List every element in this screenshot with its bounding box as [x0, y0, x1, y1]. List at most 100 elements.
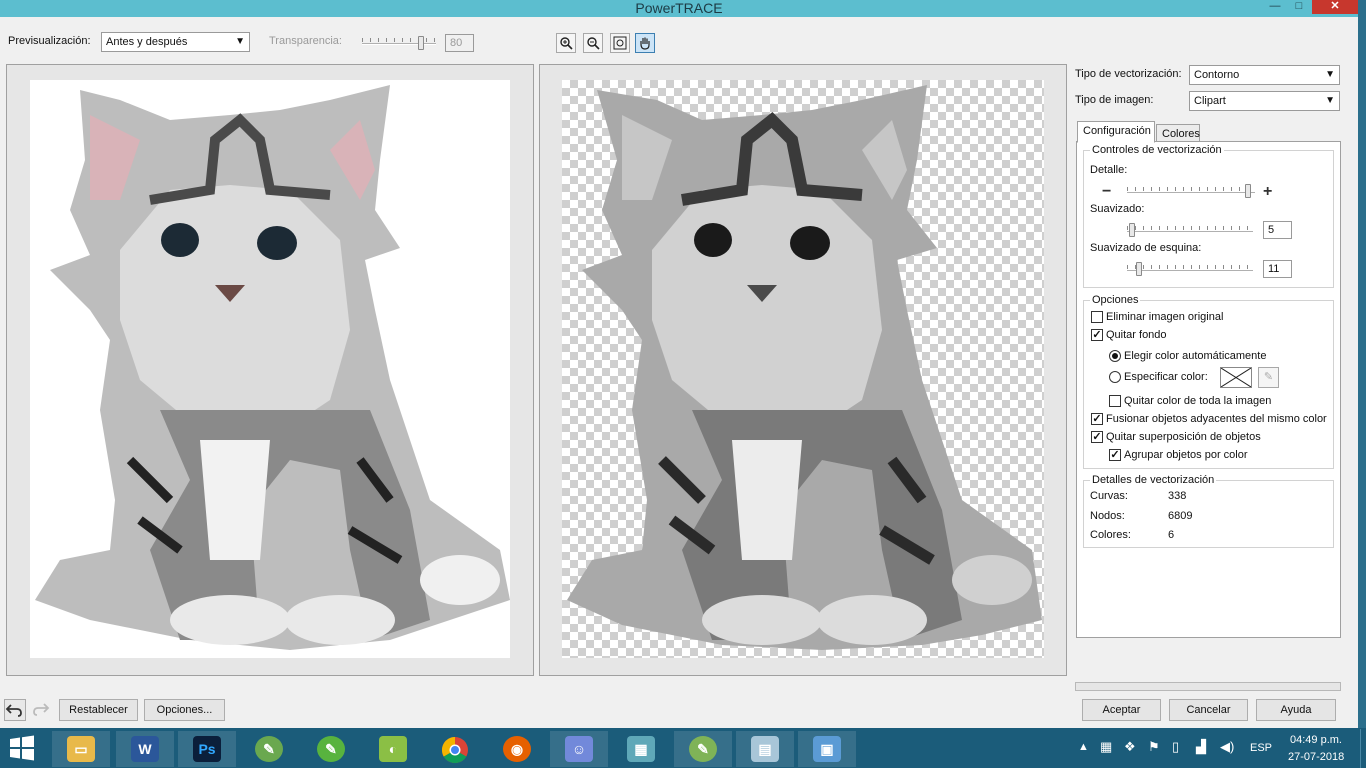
language-indicator[interactable]: ESP — [1250, 742, 1272, 754]
powertrace-window: PowerTRACE — □ ✕ Previsualización: Antes… — [0, 0, 1358, 728]
fit-icon[interactable] — [610, 33, 630, 53]
photoshop-icon: Ps — [193, 736, 221, 762]
nodes-value: 6809 — [1168, 510, 1193, 522]
trace-details-title: Detalles de vectorización — [1090, 474, 1217, 486]
cancel-button[interactable]: Cancelar — [1169, 699, 1248, 721]
remove-overlap-label: Quitar superposición de objetos — [1106, 431, 1261, 443]
nodes-label: Nodos: — [1090, 510, 1125, 522]
preview-select[interactable]: Antes y después ▼ — [101, 32, 250, 52]
colors-value: 6 — [1168, 529, 1175, 541]
tray-volume-icon[interactable]: ◀) — [1220, 739, 1234, 755]
trace-type-label: Tipo de vectorización: — [1075, 68, 1182, 80]
chrome-icon — [441, 736, 469, 767]
taskbar-corel-app[interactable]: ✎ — [302, 731, 360, 767]
traced-kitten-icon — [567, 85, 1042, 650]
reset-button[interactable]: Restablecer — [59, 699, 138, 721]
corner-smoothing-value[interactable]: 11 — [1263, 260, 1292, 278]
merge-adjacent-checkbox[interactable]: ✓ — [1091, 413, 1103, 425]
group-by-color-checkbox[interactable]: ✓ — [1109, 449, 1121, 461]
trace-controls-title: Controles de vectorización — [1090, 144, 1224, 156]
taskbar-notes-app[interactable]: ▤ — [736, 731, 794, 767]
taskbar-discord[interactable]: ☺ — [550, 731, 608, 767]
taskbar-photos-app[interactable]: ▣ — [798, 731, 856, 767]
clock-date[interactable]: 27-07-2018 — [1288, 751, 1344, 763]
color-swatch-none[interactable] — [1220, 367, 1252, 388]
slider-thumb[interactable] — [1129, 223, 1135, 237]
coreldraw-icon: ✎ — [255, 736, 283, 762]
slider-ticks — [1127, 187, 1255, 191]
undo-icon[interactable] — [4, 699, 26, 721]
tray-signal-icon[interactable]: ▟ — [1196, 739, 1206, 755]
image-type-value: Clipart — [1194, 95, 1226, 107]
slider-thumb[interactable] — [1245, 184, 1251, 198]
delete-original-label: Eliminar imagen original — [1106, 311, 1224, 323]
delete-original-checkbox[interactable] — [1091, 311, 1103, 323]
accept-button[interactable]: Aceptar — [1082, 699, 1161, 721]
auto-color-radio[interactable] — [1109, 350, 1121, 362]
tab-configuracion[interactable]: Configuración — [1077, 121, 1155, 143]
curves-label: Curvas: — [1090, 490, 1128, 502]
zoom-out-icon[interactable] — [583, 33, 603, 53]
taskbar-chrome[interactable] — [426, 731, 484, 767]
plus-icon[interactable]: + — [1263, 183, 1272, 201]
remove-overlap-checkbox[interactable]: ✓ — [1091, 431, 1103, 443]
show-desktop-button[interactable] — [1360, 729, 1366, 768]
auto-color-label: Elegir color automáticamente — [1124, 350, 1267, 362]
zoom-in-icon[interactable] — [556, 33, 576, 53]
help-button[interactable]: Ayuda — [1256, 699, 1336, 721]
colors-label: Colores: — [1090, 529, 1131, 541]
taskbar-firefox[interactable]: ◉ — [488, 731, 546, 767]
specify-color-radio[interactable] — [1109, 371, 1121, 383]
maximize-button[interactable]: □ — [1288, 0, 1310, 14]
slider-ticks — [1127, 265, 1253, 269]
slider-track — [362, 43, 436, 45]
blocks-icon: ▦ — [627, 736, 655, 762]
transparency-value[interactable]: 80 — [445, 34, 474, 52]
smoothing-value[interactable]: 5 — [1263, 221, 1292, 239]
taskbar-photoshop[interactable]: Ps — [178, 731, 236, 767]
tray-network-icon[interactable]: ▦ — [1100, 739, 1112, 755]
progress-bar — [1075, 682, 1341, 691]
slider-track — [1127, 192, 1255, 194]
merge-adjacent-label: Fusionar objetos adyacentes del mismo co… — [1106, 413, 1327, 425]
taskbar-app-blocks[interactable]: ▦ — [612, 731, 670, 767]
hand-icon[interactable] — [635, 33, 655, 53]
redo-icon[interactable] — [30, 699, 52, 721]
clock-time[interactable]: 04:49 p.m. — [1290, 734, 1342, 746]
discord-icon: ☺ — [565, 736, 593, 762]
image-type-select[interactable]: Clipart ▼ — [1189, 91, 1340, 111]
no-color-icon — [1220, 367, 1252, 388]
taskbar-word[interactable]: W — [116, 731, 174, 767]
transparency-label: Transparencia: — [269, 35, 342, 47]
kitten-photo-icon — [35, 85, 510, 650]
tray-dropbox-icon[interactable]: ❖ — [1124, 739, 1136, 755]
traced-image — [562, 80, 1044, 658]
minimize-button[interactable]: — — [1262, 0, 1288, 14]
corel-pen-icon: ✎ — [317, 736, 345, 762]
tray-chevron-up-icon[interactable]: ▲ — [1078, 741, 1089, 753]
smoothing-label: Suavizado: — [1090, 203, 1145, 215]
taskbar-file-explorer[interactable]: ▭ — [52, 731, 110, 767]
paint-icon: ◐ — [379, 736, 407, 762]
tray-flag-icon[interactable]: ⚑ — [1148, 739, 1160, 755]
curves-value: 338 — [1168, 490, 1187, 502]
taskbar-paint-app[interactable]: ◐ — [364, 731, 422, 767]
remove-bg-label: Quitar fondo — [1106, 329, 1167, 341]
options-group: Opciones — [1083, 294, 1334, 469]
chevron-down-icon: ▼ — [1325, 95, 1335, 106]
remove-bg-checkbox[interactable]: ✓ — [1091, 329, 1103, 341]
eyedropper-icon[interactable]: ✎ — [1258, 367, 1279, 388]
taskbar-coreldraw[interactable]: ✎ — [240, 731, 298, 767]
remove-all-color-checkbox[interactable] — [1109, 395, 1121, 407]
minus-icon[interactable]: − — [1102, 183, 1111, 201]
options-button[interactable]: Opciones... — [144, 699, 225, 721]
windows-start-icon[interactable] — [8, 735, 38, 761]
close-button[interactable]: ✕ — [1312, 0, 1358, 14]
trace-type-select[interactable]: Contorno ▼ — [1189, 65, 1340, 85]
slider-thumb[interactable] — [1136, 262, 1142, 276]
slider-thumb[interactable] — [418, 36, 424, 50]
options-title: Opciones — [1090, 294, 1141, 306]
word-icon: W — [131, 736, 159, 762]
taskbar-coreldraw-2[interactable]: ✎ — [674, 731, 732, 767]
tray-battery-icon[interactable]: ▯ — [1172, 739, 1179, 755]
